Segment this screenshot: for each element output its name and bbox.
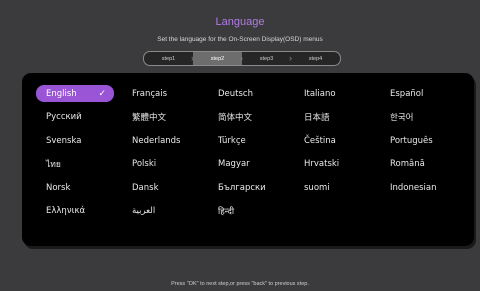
language-option-suomi[interactable]: suomi [294,176,380,200]
checkmark-icon: ✓ [98,88,106,99]
language-option-hindi[interactable]: हिन्दी [208,200,294,224]
language-option-romana[interactable]: Română [380,153,466,177]
language-label: English [46,88,77,99]
language-option-hrvatski[interactable]: Hrvatski [294,153,380,177]
step-2: step2 › [193,52,243,65]
language-option-francais[interactable]: Français [122,82,208,106]
language-option-cestina[interactable]: Čeština [294,129,380,153]
language-option-norsk[interactable]: Norsk [36,176,122,200]
language-option-arabic[interactable]: العربية [122,200,208,224]
language-option-italiano[interactable]: Italiano [294,82,380,106]
language-option-nederlands[interactable]: Nederlands [122,129,208,153]
page-title: Language [215,16,265,28]
language-panel: English ✓ Français Deutsch Italiano Españ… [22,73,474,246]
step-4-label: step4 [308,55,323,62]
language-option-japanese[interactable]: 日本語 [294,106,380,130]
language-option-greek[interactable]: Ελληνικά [36,200,122,224]
step-indicator: step1› step2› step3› step4 [143,51,341,66]
language-option-magyar[interactable]: Magyar [208,153,294,177]
language-grid: English ✓ Français Deutsch Italiano Españ… [36,82,466,223]
language-option-thai[interactable]: ไทย [36,153,122,177]
language-option-korean[interactable]: 한국어 [380,106,466,130]
step-4: step4 [291,52,340,65]
language-option-simplified-chinese[interactable]: 简体中文 [208,106,294,130]
language-option-portugues[interactable]: Português [380,129,466,153]
step-2-label: step2 [210,55,225,62]
footer-hint: Press "OK" to next step,or press "back" … [171,281,309,287]
step-3: step3 › [242,52,292,65]
language-option-polski[interactable]: Polski [122,153,208,177]
step-1: step1› [144,52,194,65]
language-option-espanol[interactable]: Español [380,82,466,106]
language-option-deutsch[interactable]: Deutsch [208,82,294,106]
step-1-label: step1 [161,55,176,62]
language-option-indonesian[interactable]: Indonesian [380,176,466,200]
page-subtitle: Set the language for the On-Screen Displ… [157,36,323,43]
language-option-english[interactable]: English ✓ [36,85,114,102]
language-option-traditional-chinese[interactable]: 繁體中文 [122,106,208,130]
language-option-bulgarian[interactable]: Български [208,176,294,200]
language-option-turkce[interactable]: Türkçe [208,129,294,153]
language-option-dansk[interactable]: Dansk [122,176,208,200]
step-3-label: step3 [259,55,274,62]
language-option-russian[interactable]: Русский [36,106,122,130]
language-option-svenska[interactable]: Svenska [36,129,122,153]
